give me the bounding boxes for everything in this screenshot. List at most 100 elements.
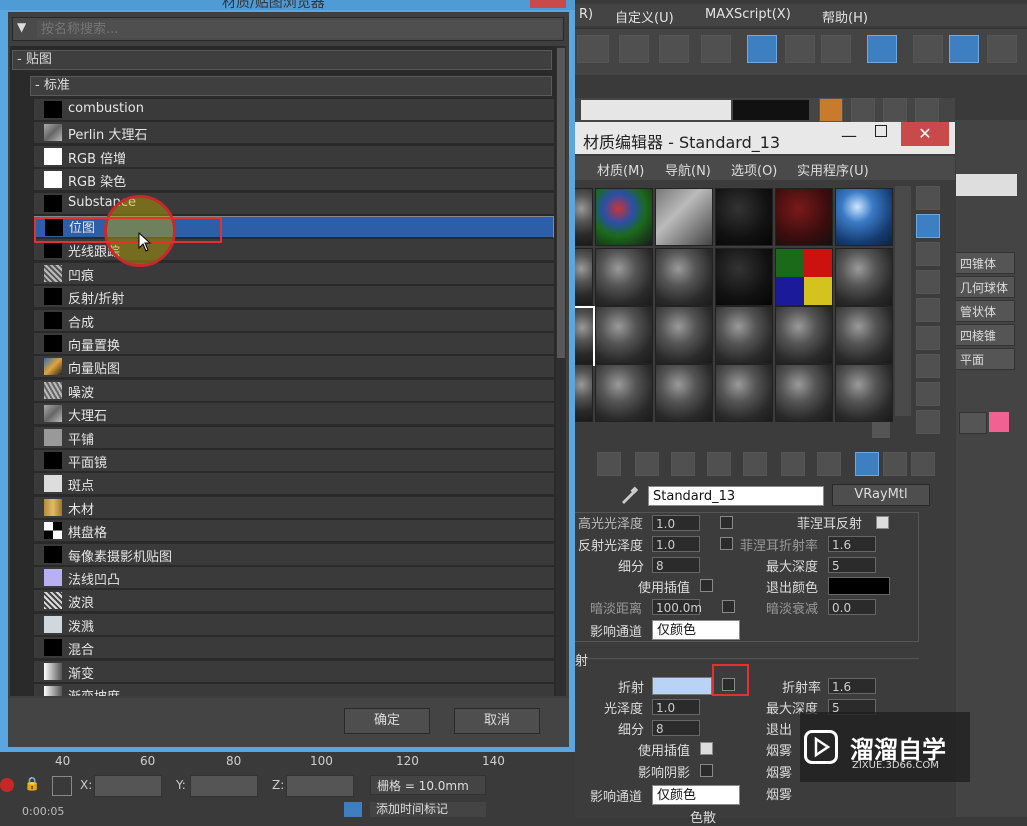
create-geosphere-button[interactable]: 几何球体 — [955, 276, 1015, 298]
sample-slot[interactable] — [595, 248, 653, 306]
material-type-button[interactable]: VRayMtl — [832, 484, 930, 506]
make-unique-icon[interactable] — [671, 452, 695, 476]
show-end-result-icon[interactable] — [817, 452, 841, 476]
map-list-item[interactable]: 平铺 — [34, 427, 554, 449]
delete-icon[interactable] — [635, 452, 659, 476]
map-list-item[interactable]: 反射/折射 — [34, 286, 554, 308]
ior-input[interactable]: 1.6 — [828, 678, 876, 694]
motion-panel-icon[interactable] — [915, 98, 939, 122]
refl-gloss-checkbox[interactable] — [720, 537, 733, 550]
refr-subdiv-input[interactable]: 8 — [652, 720, 700, 736]
sample-slot[interactable] — [775, 248, 833, 306]
map-list-item[interactable]: 波浪 — [34, 590, 554, 612]
background-icon[interactable] — [916, 242, 940, 266]
sample-slot[interactable] — [573, 364, 593, 422]
menu-item-help[interactable]: 帮助(H) — [822, 7, 868, 26]
put-to-scene-icon[interactable] — [597, 452, 621, 476]
map-list-item[interactable]: 木材 — [34, 497, 554, 519]
map-list-item[interactable]: RGB 倍增 — [34, 146, 554, 168]
use-interp-checkbox[interactable] — [700, 579, 713, 592]
fresnel-ior-input[interactable]: 1.6 — [828, 536, 876, 552]
add-time-tag-button[interactable]: 添加时间标记 — [370, 802, 486, 817]
sample-slot[interactable] — [835, 306, 893, 364]
sample-slot[interactable] — [595, 306, 653, 364]
map-list-item[interactable]: 向量置换 — [34, 333, 554, 355]
backlight-icon[interactable] — [916, 214, 940, 238]
material-editor-icon[interactable] — [867, 35, 897, 63]
map-list-item[interactable]: 渐变 — [34, 661, 554, 683]
menu-options[interactable]: 选项(O) — [731, 160, 777, 179]
sample-slot[interactable] — [775, 188, 833, 246]
refr-gloss-input[interactable]: 1.0 — [652, 699, 700, 715]
sample-slot[interactable] — [715, 188, 773, 246]
record-icon[interactable] — [0, 778, 14, 792]
sample-slot[interactable] — [715, 306, 773, 364]
map-list-item[interactable]: 法线凹凸 — [34, 567, 554, 589]
dim-distance-input[interactable]: 100.0m — [652, 599, 702, 615]
create-plane-button[interactable]: 平面 — [955, 348, 1015, 370]
render-setup-icon[interactable] — [913, 35, 943, 63]
gloss-lock-checkbox[interactable] — [720, 516, 733, 529]
name-field[interactable] — [581, 100, 731, 120]
refl-gloss-input[interactable]: 1.0 — [652, 536, 700, 552]
color-swatch[interactable] — [733, 100, 809, 120]
map-list-item[interactable]: 每像素摄影机贴图 — [34, 544, 554, 566]
sample-slot[interactable] — [655, 248, 713, 306]
go-to-parent-icon[interactable] — [855, 452, 879, 476]
object-color-swatch[interactable] — [989, 412, 1009, 432]
close-icon[interactable]: ✕ — [901, 122, 949, 146]
ok-button[interactable]: 确定 — [344, 708, 430, 734]
curve-editor-icon[interactable] — [785, 35, 815, 63]
max-depth-input[interactable]: 5 — [828, 557, 876, 573]
mirror-icon[interactable] — [619, 35, 649, 63]
affect-shadows-checkbox[interactable] — [700, 764, 713, 777]
sample-slot[interactable] — [835, 364, 893, 422]
menu-material[interactable]: 材质(M) — [597, 160, 644, 179]
hierarchy-panel-icon[interactable] — [883, 98, 907, 122]
time-tag-icon[interactable] — [344, 802, 362, 817]
sample-slot[interactable] — [835, 248, 893, 306]
show-shaded-icon[interactable] — [781, 452, 805, 476]
material-effects-icon[interactable] — [911, 452, 935, 476]
sample-slot[interactable] — [775, 306, 833, 364]
menu-item-maxscript[interactable]: MAXScript(X) — [705, 7, 791, 22]
lock-icon[interactable]: 🔒 — [24, 777, 40, 793]
refr-affect-channel-select[interactable]: 仅颜色 — [652, 785, 740, 805]
sample-slot[interactable] — [595, 364, 653, 422]
name-field-small[interactable] — [959, 412, 987, 434]
go-forward-icon[interactable] — [883, 452, 907, 476]
material-id-icon[interactable] — [743, 452, 767, 476]
map-list-item[interactable]: 向量贴图 — [34, 356, 554, 378]
scroll-right-icon[interactable] — [872, 422, 890, 438]
minimize-icon[interactable]: — — [841, 126, 857, 145]
slots-scrollbar[interactable] — [895, 186, 911, 416]
map-list-item[interactable]: combustion — [34, 99, 554, 121]
menu-utilities[interactable]: 实用程序(U) — [797, 160, 869, 179]
menu-item-customize[interactable]: 自定义(U) — [615, 7, 674, 26]
refract-color-swatch[interactable] — [652, 677, 712, 695]
align-icon[interactable] — [659, 35, 689, 63]
sample-slot[interactable] — [655, 188, 713, 246]
refr-use-interp-checkbox[interactable] — [700, 742, 713, 755]
options-icon[interactable] — [916, 354, 940, 378]
map-list-item[interactable]: Perlin 大理石 — [34, 122, 554, 144]
create-pyramid-button[interactable]: 四棱锥 — [955, 324, 1015, 346]
x-coordinate-field[interactable] — [94, 775, 162, 797]
map-list-item[interactable]: 斑点 — [34, 473, 554, 495]
map-list-item[interactable]: 渐变坡度 — [34, 684, 554, 696]
sample-slot[interactable] — [573, 188, 593, 246]
z-coordinate-field[interactable] — [286, 775, 354, 797]
select-by-material-icon[interactable] — [916, 382, 940, 406]
subdiv-input[interactable]: 8 — [652, 557, 700, 573]
y-coordinate-field[interactable] — [190, 775, 258, 797]
sample-slot[interactable] — [715, 364, 773, 422]
scene-explorer-icon[interactable] — [747, 35, 777, 63]
gloss-input[interactable]: 1.0 — [652, 515, 700, 531]
map-list-item[interactable]: RGB 染色 — [34, 169, 554, 191]
create-tube-button[interactable]: 管状体 — [955, 300, 1015, 322]
create-cone-button[interactable]: 四锥体 — [955, 252, 1015, 274]
eyedropper-icon[interactable] — [620, 486, 639, 504]
sample-slot[interactable] — [655, 306, 713, 364]
maximize-icon[interactable] — [875, 125, 887, 137]
schematic-view-icon[interactable] — [821, 35, 851, 63]
